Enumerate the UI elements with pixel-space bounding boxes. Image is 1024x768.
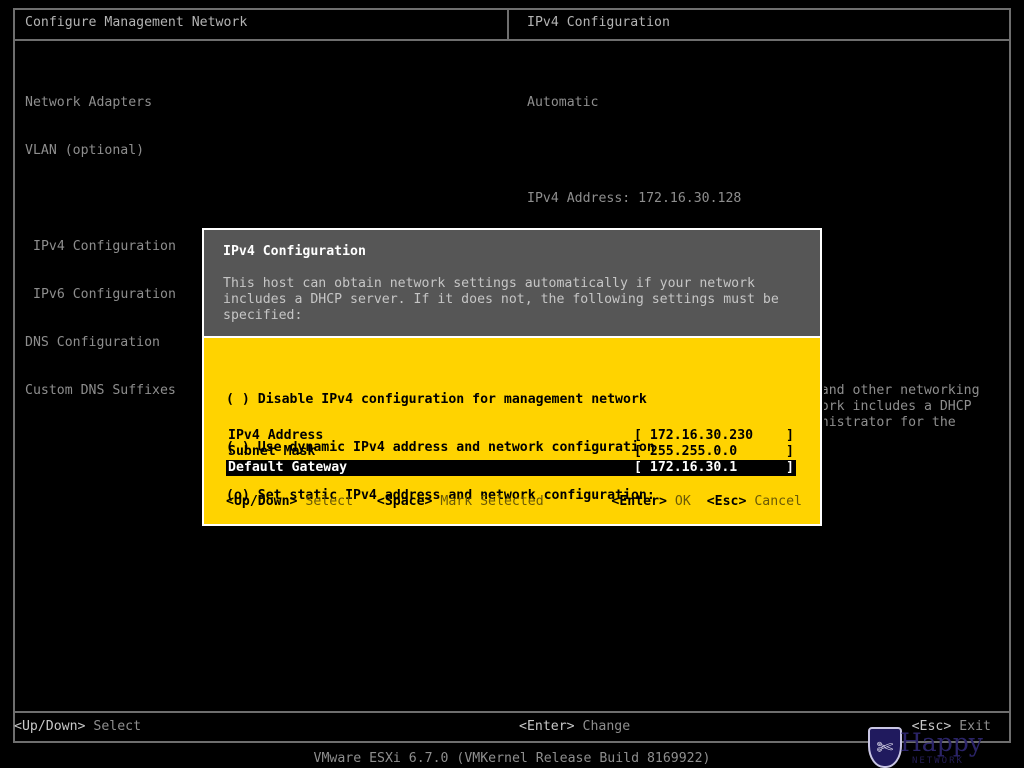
field-row-ipv4-address[interactable]: IPv4 Address [ 172.16.30.230 ]: [226, 428, 796, 444]
frame-border-left: [13, 8, 15, 743]
status-enter-action: Change: [582, 719, 631, 734]
sidebar-item-custom-dns-suffixes[interactable]: Custom DNS Suffixes: [25, 383, 176, 399]
frame-border-bottom: [13, 741, 1011, 743]
esc-action: Cancel: [754, 494, 802, 509]
bracket-right: ]: [786, 428, 794, 443]
status-updown-key: <Up/Down>: [14, 719, 86, 734]
enter-key: <Enter>: [611, 494, 667, 509]
space-action: Mark Selected: [440, 494, 544, 509]
dialog-inner: IPv4 Configuration This host can obtain …: [202, 228, 822, 526]
sidebar-item-vlan[interactable]: VLAN (optional): [25, 143, 176, 159]
ipv4-address-input[interactable]: [ 172.16.30.230: [634, 428, 753, 444]
space-key: <Space>: [376, 494, 433, 509]
status-updown-action: Select: [93, 719, 142, 734]
dialog-footer: <Up/Down>_Select___<Space>_Mark Selected…: [226, 494, 802, 510]
page-title-left: Configure Management Network: [25, 15, 248, 30]
bracket-left: [: [634, 460, 642, 475]
status-enter-key: <Enter>: [519, 719, 575, 734]
dialog-header: IPv4 Configuration This host can obtain …: [204, 230, 820, 338]
field-value-text: 172.16.30.230: [649, 428, 754, 443]
dcui-screen: Configure Management Network IPv4 Config…: [0, 0, 1024, 768]
radio-spacer: [250, 392, 258, 407]
field-label: Subnet Mask: [228, 444, 316, 459]
field-value-text: 172.16.30.1: [649, 460, 738, 475]
detail-ipv4-address: IPv4 Address: 172.16.30.128: [527, 191, 742, 206]
status-hint-select: <Up/Down> Select: [14, 719, 141, 735]
dialog-description: This host can obtain network settings au…: [223, 276, 779, 323]
sidebar-menu: Network Adapters VLAN (optional) IPv4 Co…: [25, 63, 176, 431]
dialog-footer-left: <Up/Down>_Select___<Space>_Mark Selected: [226, 494, 544, 510]
sidebar-item-dns-configuration[interactable]: DNS Configuration: [25, 335, 176, 351]
sidebar-item-network-adapters[interactable]: Network Adapters: [25, 95, 176, 111]
default-gateway-input[interactable]: [ 172.16.30.1: [634, 460, 737, 476]
header-divider: [13, 39, 1011, 41]
subnet-mask-input[interactable]: [ 255.255.0.0: [634, 444, 737, 460]
sidebar-item-ipv4-configuration[interactable]: IPv4 Configuration: [25, 239, 176, 255]
bracket-right: ]: [786, 460, 794, 475]
bracket-left: [: [634, 428, 642, 443]
status-hint-change: <Enter> Change: [519, 719, 630, 735]
bracket-right: ]: [786, 444, 794, 459]
status-hint-exit: <Esc> Exit: [912, 719, 991, 735]
field-label: Default Gateway: [228, 460, 348, 475]
esc-key: <Esc>: [706, 494, 747, 509]
dialog-title: IPv4 Configuration: [223, 244, 366, 259]
radio-marker: ( ): [226, 392, 250, 407]
field-row-default-gateway[interactable]: Default Gateway [ 172.16.30.1 ]: [226, 460, 796, 476]
panel-divider: [507, 8, 509, 41]
enter-action: OK: [674, 494, 691, 509]
field-row-subnet-mask[interactable]: Subnet Mask [ 255.255.0.0 ]: [226, 444, 796, 460]
dialog-body: ( ) Disable IPv4 configuration for manag…: [204, 340, 820, 524]
radio-option-disable-ipv4[interactable]: ( ) Disable IPv4 configuration for manag…: [226, 392, 655, 408]
bracket-left: [: [634, 444, 642, 459]
updown-key: <Up/Down>: [226, 494, 298, 509]
frame-border-right: [1009, 8, 1011, 743]
page-title-right: IPv4 Configuration: [527, 15, 670, 30]
frame-border-top: [13, 8, 1011, 10]
radio-label: Disable IPv4 configuration for managemen…: [257, 392, 647, 407]
updown-action: Select: [305, 494, 354, 509]
status-esc-action: Exit: [959, 719, 991, 734]
sidebar-item-ipv6-configuration[interactable]: IPv6 Configuration: [25, 287, 176, 303]
ipv4-configuration-dialog: IPv4 Configuration This host can obtain …: [200, 226, 824, 528]
status-esc-key: <Esc>: [911, 719, 952, 734]
dialog-footer-right: <Enter>_OK__<Esc>_Cancel: [611, 494, 802, 510]
product-version-line: VMware ESXi 6.7.0 (VMKernel Release Buil…: [313, 751, 711, 766]
field-value-text: 255.255.0.0: [649, 444, 738, 459]
status-divider: [13, 711, 1011, 713]
field-label: IPv4 Address: [228, 428, 324, 443]
detail-spacer-1: [527, 143, 997, 159]
detail-mode: Automatic: [527, 95, 599, 110]
static-ip-field-list: IPv4 Address [ 172.16.30.230 ] Subnet Ma…: [226, 428, 796, 476]
